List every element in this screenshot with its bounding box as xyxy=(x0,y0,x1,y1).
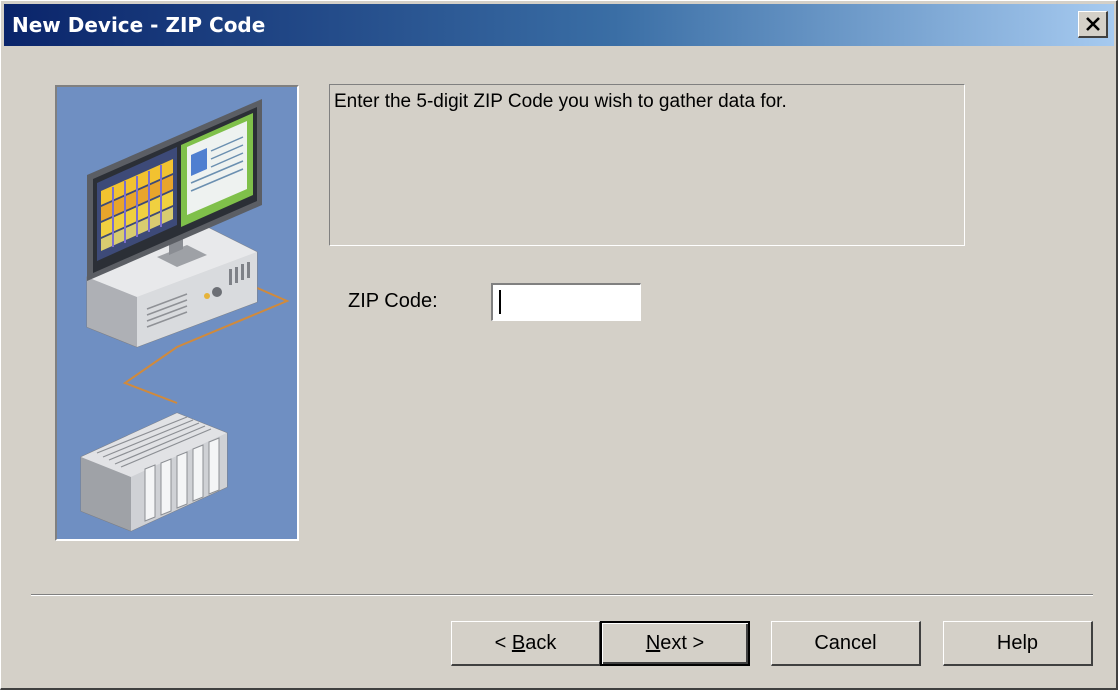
cancel-button[interactable]: Cancel xyxy=(771,621,921,666)
next-button[interactable]: Next > xyxy=(600,621,750,666)
button-separator xyxy=(31,594,1093,596)
computer-and-plc-illustration-icon xyxy=(80,99,290,532)
help-button[interactable]: Help xyxy=(943,621,1093,666)
window-title: New Device - ZIP Code xyxy=(12,13,266,37)
description-text: Enter the 5-digit ZIP Code you wish to g… xyxy=(334,91,787,112)
zip-code-input[interactable] xyxy=(491,283,641,321)
close-icon xyxy=(1085,17,1100,31)
back-button-rest: ack xyxy=(525,631,557,654)
wizard-illustration xyxy=(55,85,299,541)
title-bar[interactable]: New Device - ZIP Code xyxy=(4,4,1114,46)
dialog-window: New Device - ZIP Code Enter the 5-digit … xyxy=(0,0,1118,690)
text-caret xyxy=(499,290,501,314)
back-button-mnemonic: B xyxy=(511,631,526,654)
close-button[interactable] xyxy=(1078,11,1108,38)
back-button-prefix: < xyxy=(494,631,512,654)
next-button-mnemonic: N xyxy=(645,632,661,654)
zip-code-label: ZIP Code: xyxy=(348,290,438,312)
back-button[interactable]: < Back xyxy=(451,621,601,666)
description-box: Enter the 5-digit ZIP Code you wish to g… xyxy=(329,84,965,246)
next-button-rest: ext > xyxy=(660,632,705,654)
